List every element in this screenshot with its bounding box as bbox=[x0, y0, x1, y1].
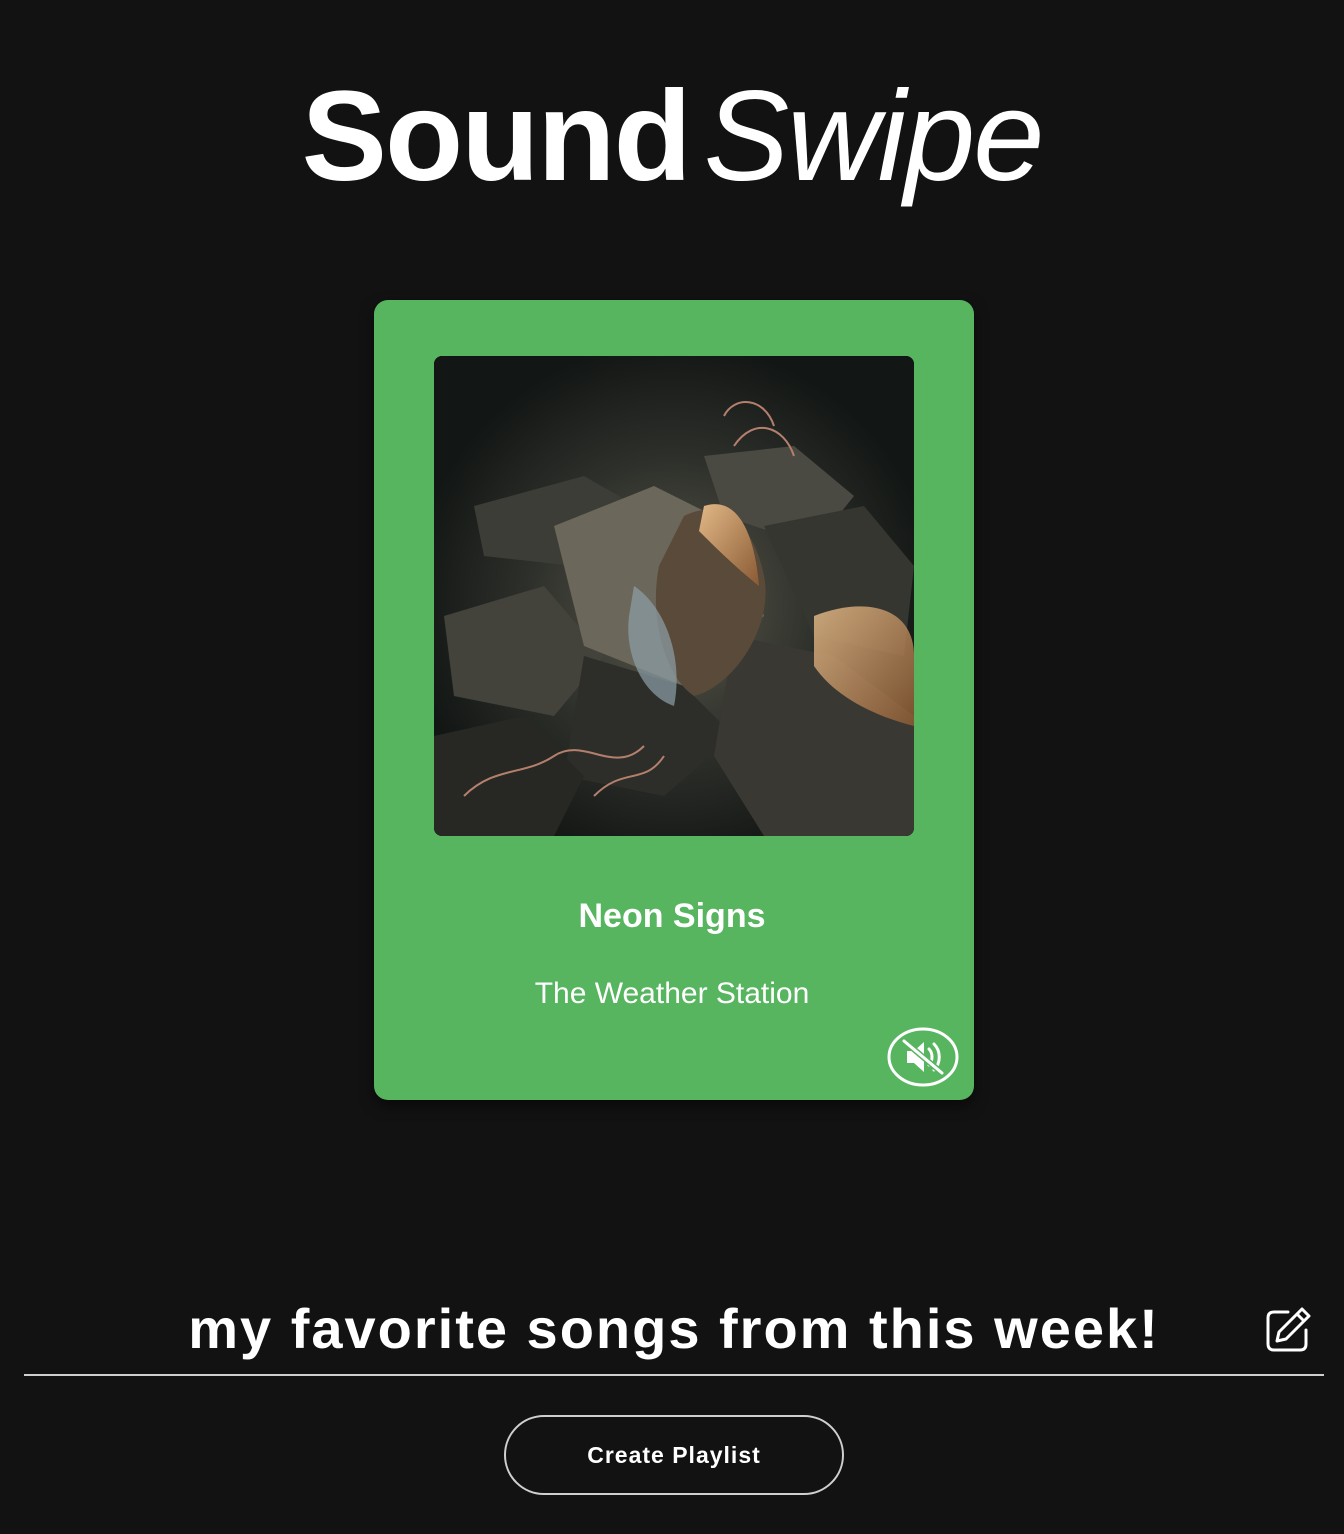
song-artist: The Weather Station bbox=[534, 977, 810, 1010]
app-logo: Sound Swipe bbox=[0, 62, 1344, 212]
logo-swipe: Swipe bbox=[703, 65, 1045, 208]
playlist-name-field bbox=[24, 1290, 1324, 1376]
album-cover bbox=[434, 356, 914, 836]
logo-sound: Sound bbox=[301, 65, 692, 208]
pencil-edit-icon[interactable] bbox=[1262, 1304, 1314, 1356]
song-title: Neon Signs bbox=[578, 897, 766, 935]
album-cover-art bbox=[434, 356, 914, 836]
speaker-muted-icon[interactable] bbox=[887, 1027, 959, 1087]
create-playlist-button[interactable]: Create Playlist bbox=[504, 1415, 844, 1495]
playlist-name-input[interactable] bbox=[24, 1290, 1324, 1366]
